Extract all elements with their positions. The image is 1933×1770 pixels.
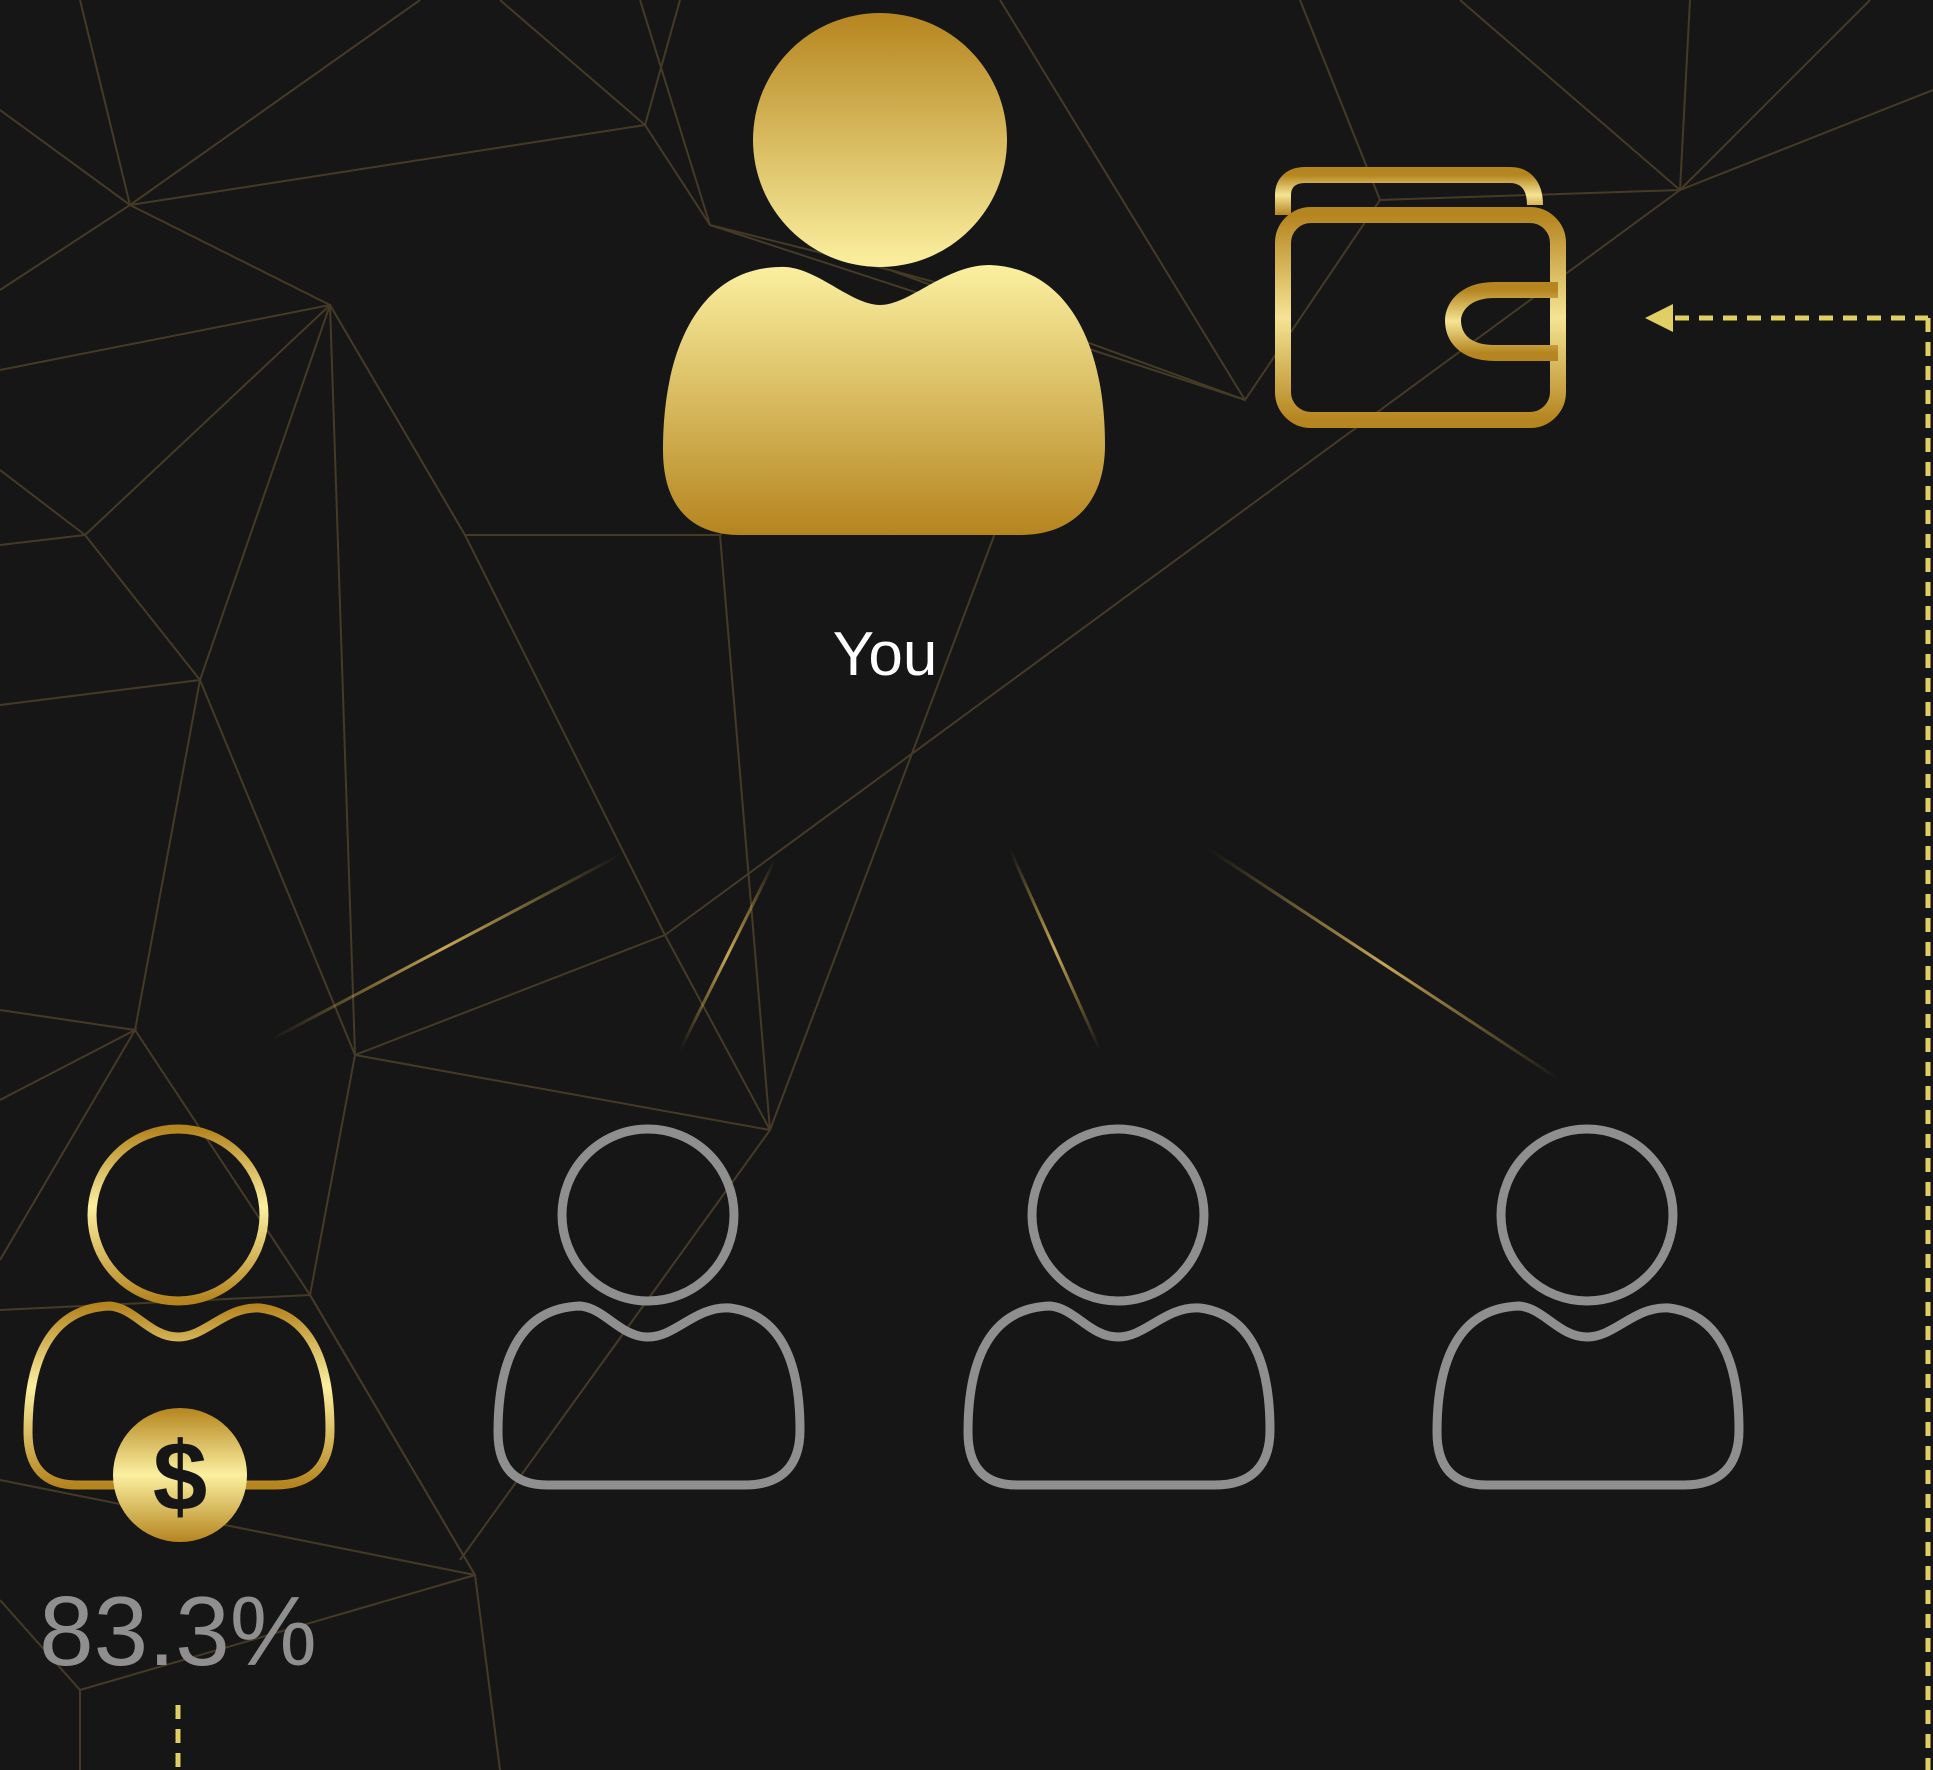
dollar-icon: $ [113,1408,247,1542]
wallet-icon[interactable] [1275,167,1566,428]
referral-user-empty[interactable] [493,1124,805,1490]
user-outline-icon [1432,1124,1744,1490]
wallet-arrow-head [1645,304,1673,332]
wallet-connector-line [1675,315,1931,1770]
user-outline-icon [493,1124,805,1490]
svg-text:$: $ [153,1421,208,1531]
glow-streaks [269,848,1561,1082]
referral-user-empty[interactable] [1432,1124,1744,1490]
referral-user-earning[interactable]: $ [23,1124,335,1542]
user-outline-icon [963,1124,1275,1490]
referral-percent: 83.3% [39,1576,317,1686]
referral-user-empty[interactable] [963,1124,1275,1490]
referral-diagram: You $ 83.3% [0,0,1933,1770]
background-mesh [0,0,1933,1770]
main-user-icon [663,13,1105,535]
you-label: You [833,620,938,689]
